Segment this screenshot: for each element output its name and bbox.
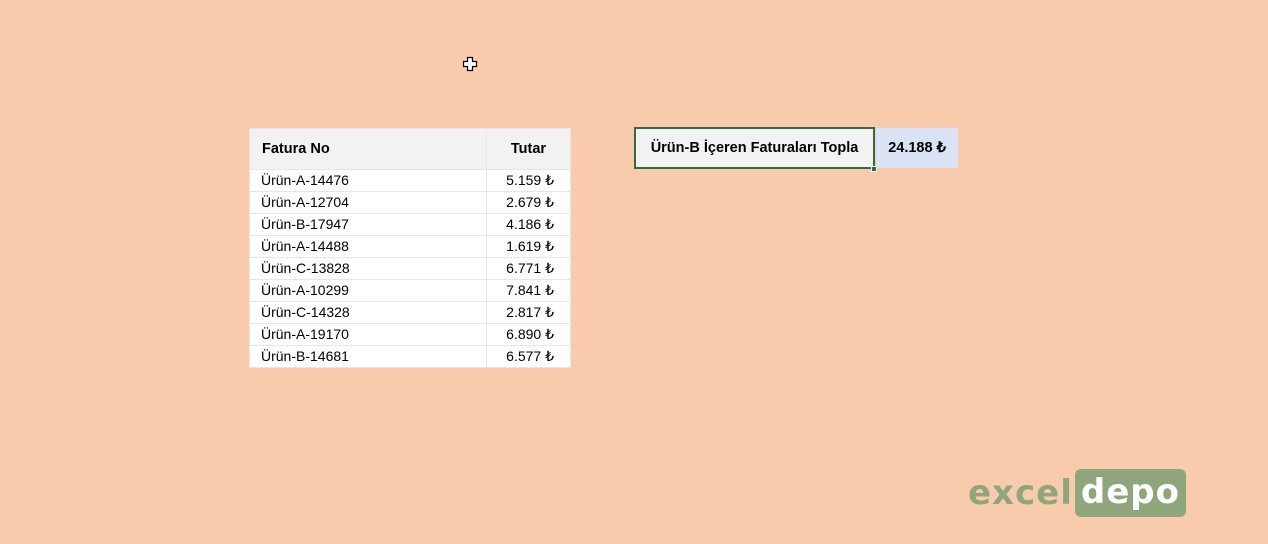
table-row: Ürün-C-13828 6.771 ₺	[249, 257, 571, 280]
amount-cell[interactable]: 2.817 ₺	[486, 301, 571, 324]
exceldepo-logo: excel depo	[968, 469, 1186, 517]
invoice-number-cell[interactable]: Ürün-A-10299	[249, 279, 487, 302]
table-row: Ürün-B-14681 6.577 ₺	[249, 345, 571, 368]
invoice-number-cell[interactable]: Ürün-A-14488	[249, 235, 487, 258]
amount-cell[interactable]: 1.619 ₺	[486, 235, 571, 258]
invoice-number-cell[interactable]: Ürün-C-13828	[249, 257, 487, 280]
sum-label-text: Ürün-B İçeren Faturaları Topla	[650, 140, 859, 156]
table-row: Ürün-C-14328 2.817 ₺	[249, 301, 571, 324]
logo-excel-text: excel	[968, 473, 1073, 513]
invoice-table: Fatura No Tutar Ürün-A-14476 5.159 ₺ Ürün-…	[249, 128, 571, 368]
amount-cell[interactable]: 6.890 ₺	[486, 323, 571, 346]
table-body: Ürün-A-14476 5.159 ₺ Ürün-A-12704 2.679 ₺ Ür…	[249, 169, 571, 368]
amount-cell[interactable]: 2.679 ₺	[486, 191, 571, 214]
cell-select-cross-icon	[462, 56, 478, 72]
table-row: Ürün-A-10299 7.841 ₺	[249, 279, 571, 302]
amount-cell[interactable]: 5.159 ₺	[486, 169, 571, 192]
table-row: Ürün-A-14476 5.159 ₺	[249, 169, 571, 192]
invoice-number-cell[interactable]: Ürün-B-14681	[249, 345, 487, 368]
sum-value-text: 24.188 ₺	[888, 140, 946, 156]
header-tutar[interactable]: Tutar	[486, 128, 571, 170]
invoice-number-cell[interactable]: Ürün-A-12704	[249, 191, 487, 214]
table-row: Ürün-A-19170 6.890 ₺	[249, 323, 571, 346]
sum-value-cell[interactable]: 24.188 ₺	[876, 128, 958, 168]
table-header-row: Fatura No Tutar	[249, 128, 571, 170]
amount-cell[interactable]: 6.577 ₺	[486, 345, 571, 368]
amount-cell[interactable]: 7.841 ₺	[486, 279, 571, 302]
table-row: Ürün-B-17947 4.186 ₺	[249, 213, 571, 236]
invoice-number-cell[interactable]: Ürün-C-14328	[249, 301, 487, 324]
table-row: Ürün-A-12704 2.679 ₺	[249, 191, 571, 214]
amount-cell[interactable]: 6.771 ₺	[486, 257, 571, 280]
invoice-number-cell[interactable]: Ürün-B-17947	[249, 213, 487, 236]
invoice-number-cell[interactable]: Ürün-A-14476	[249, 169, 487, 192]
sum-label-cell[interactable]: Ürün-B İçeren Faturaları Topla	[634, 127, 875, 169]
table-row: Ürün-A-14488 1.619 ₺	[249, 235, 571, 258]
amount-cell[interactable]: 4.186 ₺	[486, 213, 571, 236]
invoice-number-cell[interactable]: Ürün-A-19170	[249, 323, 487, 346]
header-fatura-no[interactable]: Fatura No	[249, 128, 487, 170]
logo-depo-text: depo	[1074, 469, 1186, 517]
